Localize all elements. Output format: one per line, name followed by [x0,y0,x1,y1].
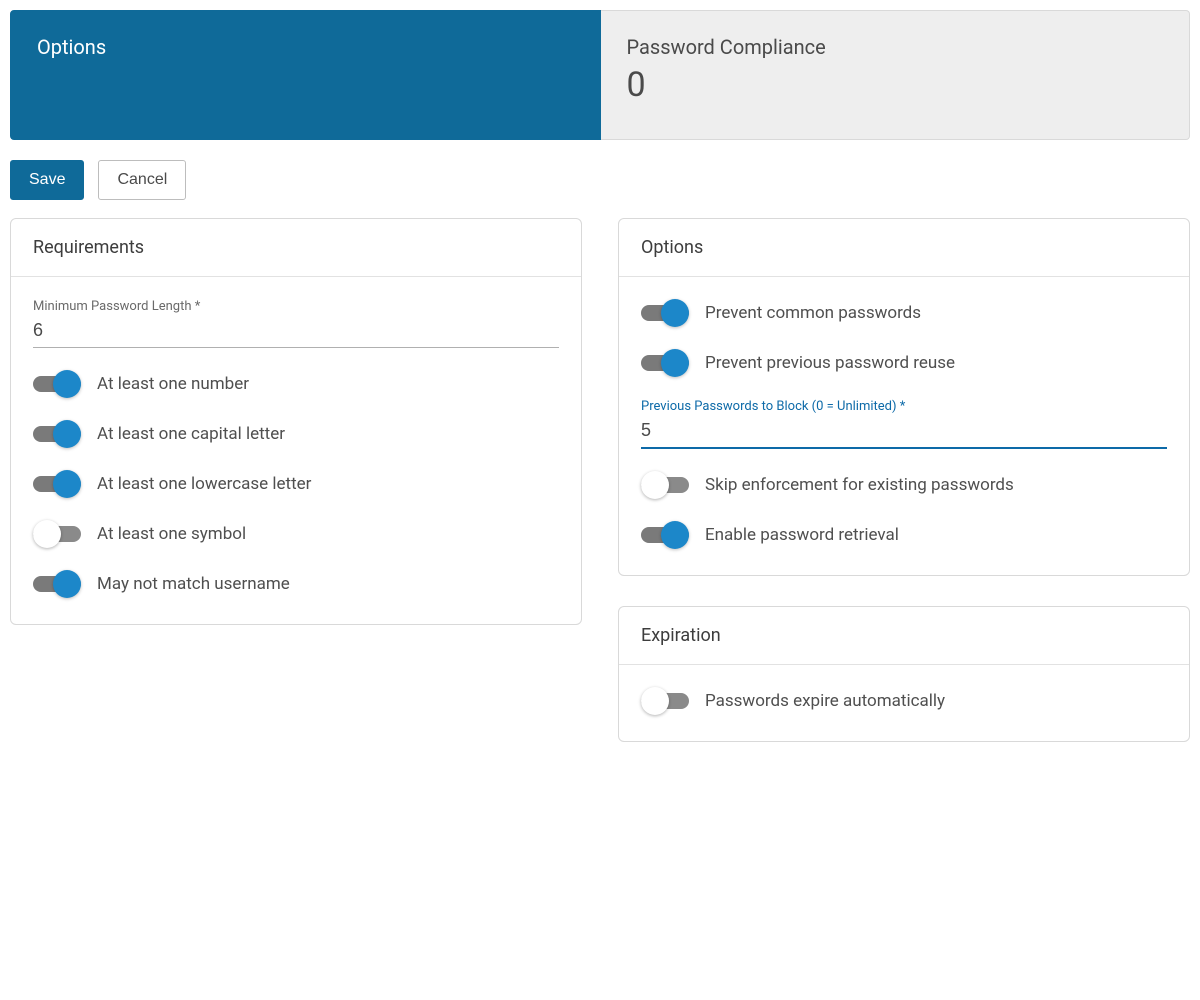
toggle-retrieve-label: Enable password retrieval [705,525,899,545]
toggle-row-lowercase: At least one lowercase letter [33,470,559,498]
prev-block-field: Previous Passwords to Block (0 = Unlimit… [641,399,1167,449]
tab-compliance-count: 0 [627,65,1164,105]
requirements-title: Requirements [11,219,581,277]
toggle-number[interactable] [33,370,81,398]
toggle-row-number: At least one number [33,370,559,398]
toggle-lowercase[interactable] [33,470,81,498]
toggle-row-symbol: At least one symbol [33,520,559,548]
toggle-expire-auto-label: Passwords expire automatically [705,691,945,711]
cancel-button[interactable]: Cancel [98,160,186,200]
toggle-row-capital: At least one capital letter [33,420,559,448]
options-title: Options [619,219,1189,277]
toggle-lowercase-label: At least one lowercase letter [97,474,311,494]
toggle-row-reuse: Prevent previous password reuse [641,349,1167,377]
toggle-skip-label: Skip enforcement for existing passwords [705,475,1014,495]
toggle-capital-label: At least one capital letter [97,424,285,444]
toggle-row-common: Prevent common passwords [641,299,1167,327]
expiration-title: Expiration [619,607,1189,665]
min-length-label: Minimum Password Length * [33,299,559,314]
toggle-row-expire-auto: Passwords expire automatically [641,687,1167,715]
toggle-expire-auto[interactable] [641,687,689,715]
toggle-row-not-username: May not match username [33,570,559,598]
action-bar: Save Cancel [10,160,1190,200]
toggle-symbol-label: At least one symbol [97,524,246,544]
toggle-common-label: Prevent common passwords [705,303,921,323]
prev-block-input[interactable] [641,416,1167,449]
toggle-skip[interactable] [641,471,689,499]
toggle-not-username-label: May not match username [97,574,290,594]
toggle-number-label: At least one number [97,374,249,394]
toggle-row-retrieve: Enable password retrieval [641,521,1167,549]
min-length-field: Minimum Password Length * [33,299,559,348]
toggle-capital[interactable] [33,420,81,448]
requirements-card: Requirements Minimum Password Length * A… [10,218,582,625]
prev-block-label: Previous Passwords to Block (0 = Unlimit… [641,399,1167,414]
toggle-reuse[interactable] [641,349,689,377]
options-card: Options Prevent common passwords Prevent… [618,218,1190,576]
tab-compliance-title: Password Compliance [627,35,1164,59]
toggle-not-username[interactable] [33,570,81,598]
expiration-card: Expiration Passwords expire automaticall… [618,606,1190,742]
toggle-common[interactable] [641,299,689,327]
toggle-retrieve[interactable] [641,521,689,549]
tab-options-title: Options [37,35,574,59]
tab-bar: Options Password Compliance 0 [10,10,1190,140]
toggle-row-skip: Skip enforcement for existing passwords [641,471,1167,499]
tab-password-compliance[interactable]: Password Compliance 0 [601,10,1191,140]
toggle-reuse-label: Prevent previous password reuse [705,353,955,373]
min-length-input[interactable] [33,316,559,348]
tab-options[interactable]: Options [10,10,601,140]
toggle-symbol[interactable] [33,520,81,548]
save-button[interactable]: Save [10,160,84,200]
